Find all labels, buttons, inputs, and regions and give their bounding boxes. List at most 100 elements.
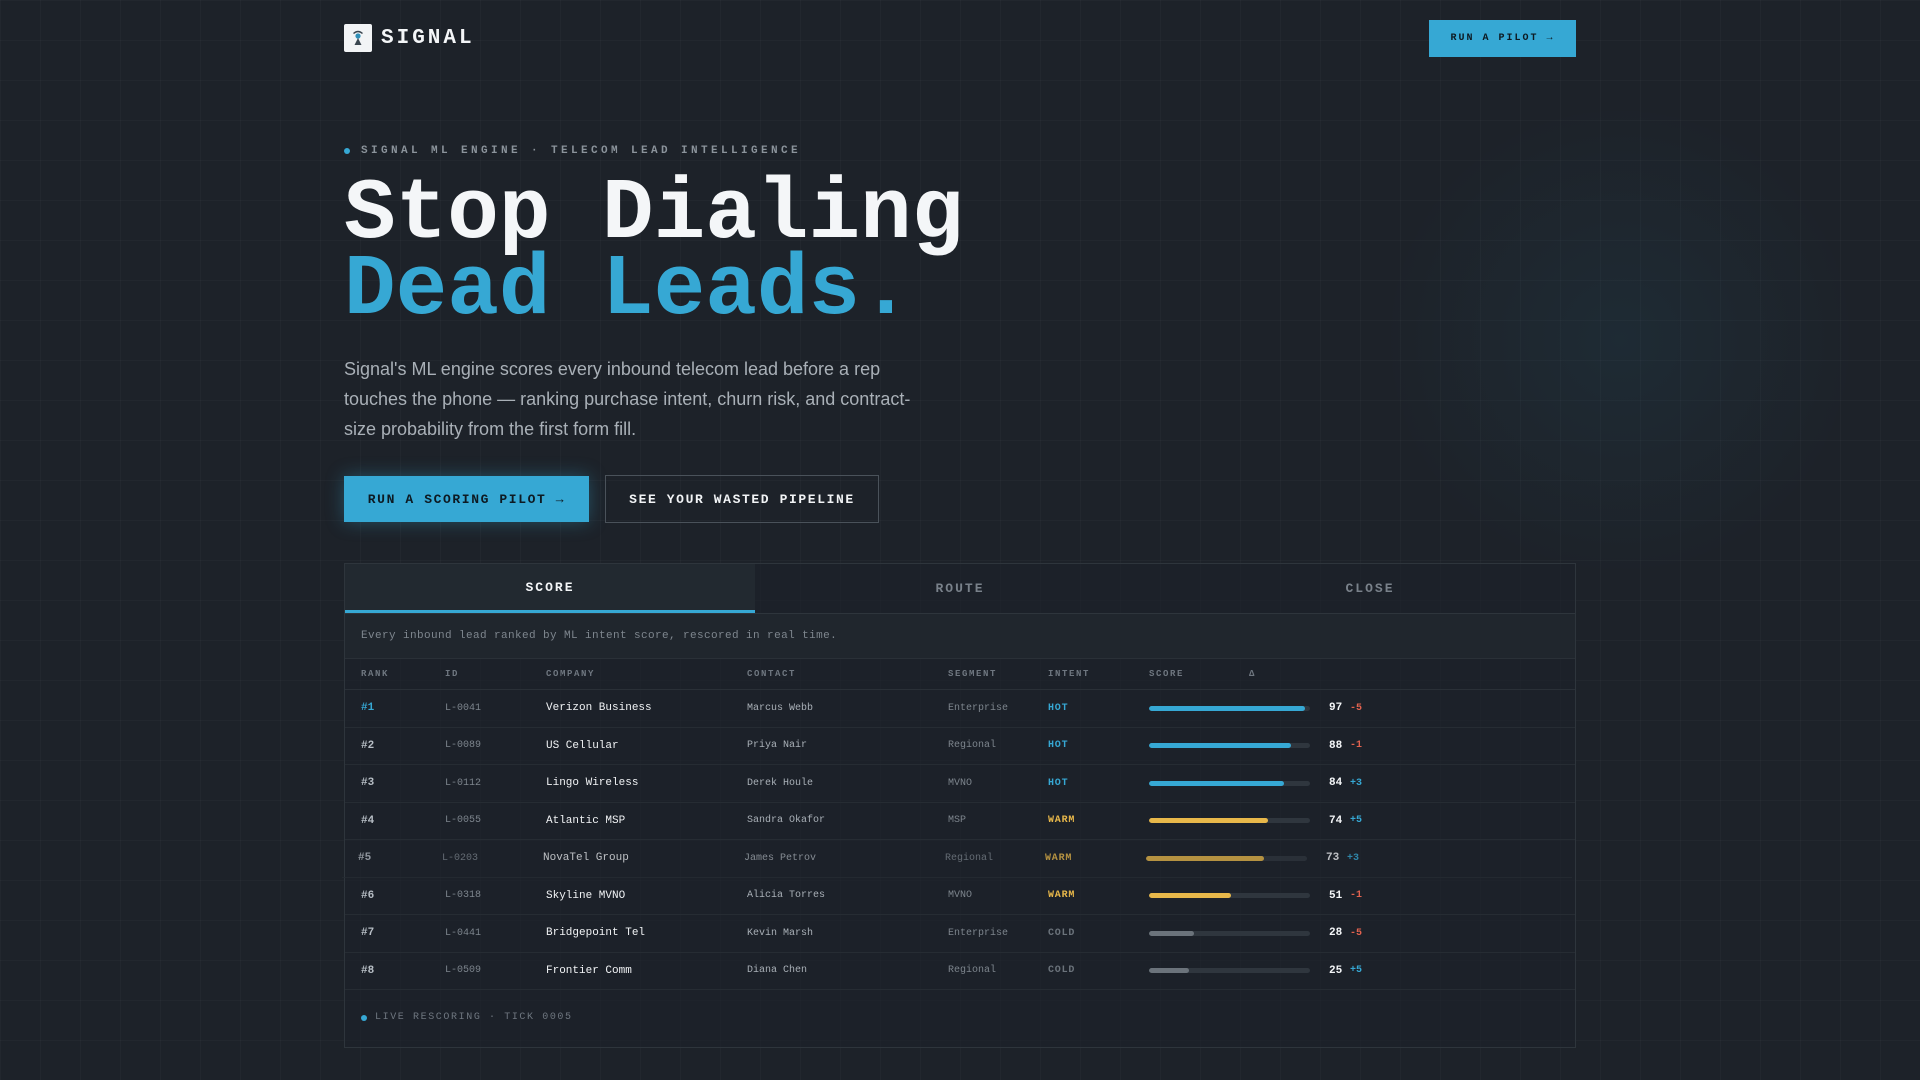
row-score: 88 -1 <box>1149 740 1362 752</box>
run-pilot-button[interactable]: RUN A PILOT → <box>1429 20 1576 57</box>
row-intent-badge: WARM <box>1048 890 1076 902</box>
background-glow <box>1380 100 1860 580</box>
live-status: LIVE RESCORING · TICK 0005 <box>361 1012 573 1023</box>
score-bar <box>1149 930 1310 936</box>
table-row[interactable]: #2 L-0089 US Cellular Priya Nair Regional HOT… <box>345 728 1575 765</box>
row-rank: #4 <box>361 814 375 827</box>
score-bar-fill <box>1149 893 1232 899</box>
row-intent-badge: WARM <box>1048 815 1076 827</box>
row-segment: Regional <box>948 965 997 977</box>
brand-logo[interactable]: SIGNAL <box>344 24 475 52</box>
score-bar-fill <box>1149 930 1195 936</box>
row-intent-badge: HOT <box>1048 777 1069 789</box>
row-contact: Kevin Marsh <box>747 927 814 939</box>
table-row[interactable]: #4 L-0055 Atlantic MSP Sandra Okafor MSP WARM… <box>345 803 1575 840</box>
row-score: 28 -5 <box>1149 927 1362 939</box>
row-id: L-0441 <box>445 927 482 939</box>
tab-route[interactable]: ROUTE <box>755 564 1165 613</box>
score-bar <box>1149 893 1310 899</box>
table-row[interactable]: #5 L-0203 NovaTel Group James Petrov Regiona… <box>342 840 1572 878</box>
row-rank: #3 <box>361 777 375 790</box>
row-intent-badge: COLD <box>1048 965 1076 977</box>
col-rank: RANK <box>361 669 390 679</box>
row-score: 97 -5 <box>1149 702 1362 714</box>
score-bar-fill <box>1149 743 1291 749</box>
table-row[interactable]: #1 L-0041 Verizon Business Marcus Webb Enter… <box>345 690 1575 728</box>
col-contact: CONTACT <box>747 669 797 679</box>
row-id: L-0041 <box>445 702 482 714</box>
live-dot-icon <box>361 1014 367 1021</box>
score-value: 88 <box>1329 739 1343 752</box>
row-segment: Regional <box>948 740 997 752</box>
score-value: 97 <box>1329 702 1343 715</box>
row-company: Frontier Comm <box>546 964 632 977</box>
score-bar <box>1149 743 1310 749</box>
score-delta: -1 <box>1350 740 1363 752</box>
row-segment: MVNO <box>948 890 973 902</box>
table-body: #1 L-0041 Verizon Business Marcus Webb Enter… <box>342 690 1575 990</box>
score-bar <box>1149 705 1310 711</box>
score-value: 73 <box>1326 852 1340 865</box>
row-company: Bridgepoint Tel <box>546 927 646 940</box>
score-bar-fill <box>1149 705 1306 711</box>
score-value: 51 <box>1329 889 1343 902</box>
tab-score[interactable]: SCORE <box>345 564 755 613</box>
row-company: Lingo Wireless <box>546 777 639 790</box>
score-delta: +5 <box>1350 815 1363 827</box>
live-status-text: LIVE RESCORING · TICK 0005 <box>375 1012 573 1023</box>
table-row[interactable]: #3 L-0112 Lingo Wireless Derek Houle MVNO HOT… <box>345 765 1575 803</box>
row-id: L-0203 <box>442 852 479 864</box>
see-wasted-pipeline-button[interactable]: SEE YOUR WASTED PIPELINE <box>605 475 879 523</box>
row-intent-badge: HOT <box>1048 702 1069 714</box>
status-dot-icon <box>344 148 350 154</box>
row-company: US Cellular <box>546 739 619 752</box>
row-score: 84 +3 <box>1149 777 1362 789</box>
col-intent: INTENT <box>1048 669 1091 679</box>
row-rank: #8 <box>361 964 375 977</box>
tab-close[interactable]: CLOSE <box>1165 564 1575 613</box>
row-contact: Diana Chen <box>747 965 808 977</box>
score-bar-fill <box>1149 818 1269 824</box>
row-segment: Regional <box>945 852 994 864</box>
row-company: Skyline MVNO <box>546 889 626 902</box>
row-segment: Enterprise <box>948 702 1009 714</box>
row-contact: Priya Nair <box>747 740 808 752</box>
brand-name: SIGNAL <box>381 26 475 50</box>
run-scoring-pilot-button[interactable]: RUN A SCORING PILOT → <box>344 476 589 522</box>
score-bar <box>1149 818 1310 824</box>
eyebrow-text: SIGNAL ML ENGINE · TELECOM LEAD INTELLIG… <box>361 145 802 157</box>
panel-tabs: SCORE ROUTE CLOSE <box>345 564 1575 614</box>
row-contact: Alicia Torres <box>747 890 826 902</box>
row-score: 74 +5 <box>1149 815 1362 827</box>
row-rank: #6 <box>361 889 375 902</box>
row-id: L-0055 <box>445 815 482 827</box>
score-delta: -5 <box>1350 702 1363 714</box>
score-value: 25 <box>1329 964 1343 977</box>
row-id: L-0318 <box>445 890 482 902</box>
score-delta: -1 <box>1350 890 1363 902</box>
score-value: 28 <box>1329 927 1343 940</box>
row-segment: MSP <box>948 815 967 827</box>
row-company: NovaTel Group <box>543 852 629 865</box>
score-value: 84 <box>1329 777 1343 790</box>
row-intent-badge: WARM <box>1045 852 1073 864</box>
table-row[interactable]: #6 L-0318 Skyline MVNO Alicia Torres MVNO WAR… <box>345 878 1575 915</box>
table-row[interactable]: #7 L-0441 Bridgepoint Tel Kevin Marsh Enterp… <box>345 915 1575 953</box>
row-score: 73 +3 <box>1146 852 1359 864</box>
score-value: 74 <box>1329 814 1343 827</box>
score-delta: +5 <box>1350 965 1363 977</box>
table-row[interactable]: #8 L-0509 Frontier Comm Diana Chen Regional C… <box>345 953 1575 990</box>
signal-tower-icon <box>344 24 372 52</box>
lead-scoring-panel: SCORE ROUTE CLOSE Every inbound lead ran… <box>342 563 1576 1048</box>
col-delta: Δ <box>1249 669 1257 679</box>
hero-eyebrow: SIGNAL ML ENGINE · TELECOM LEAD INTELLIG… <box>344 145 801 157</box>
score-bar <box>1146 855 1307 861</box>
row-score: 51 -1 <box>1149 890 1362 902</box>
row-intent-badge: HOT <box>1048 740 1069 752</box>
row-rank: #5 <box>358 852 372 865</box>
score-delta: -5 <box>1350 927 1363 939</box>
score-bar-fill <box>1149 780 1285 786</box>
row-id: L-0509 <box>445 965 482 977</box>
row-company: Atlantic MSP <box>546 814 626 827</box>
row-intent-badge: COLD <box>1048 927 1076 939</box>
